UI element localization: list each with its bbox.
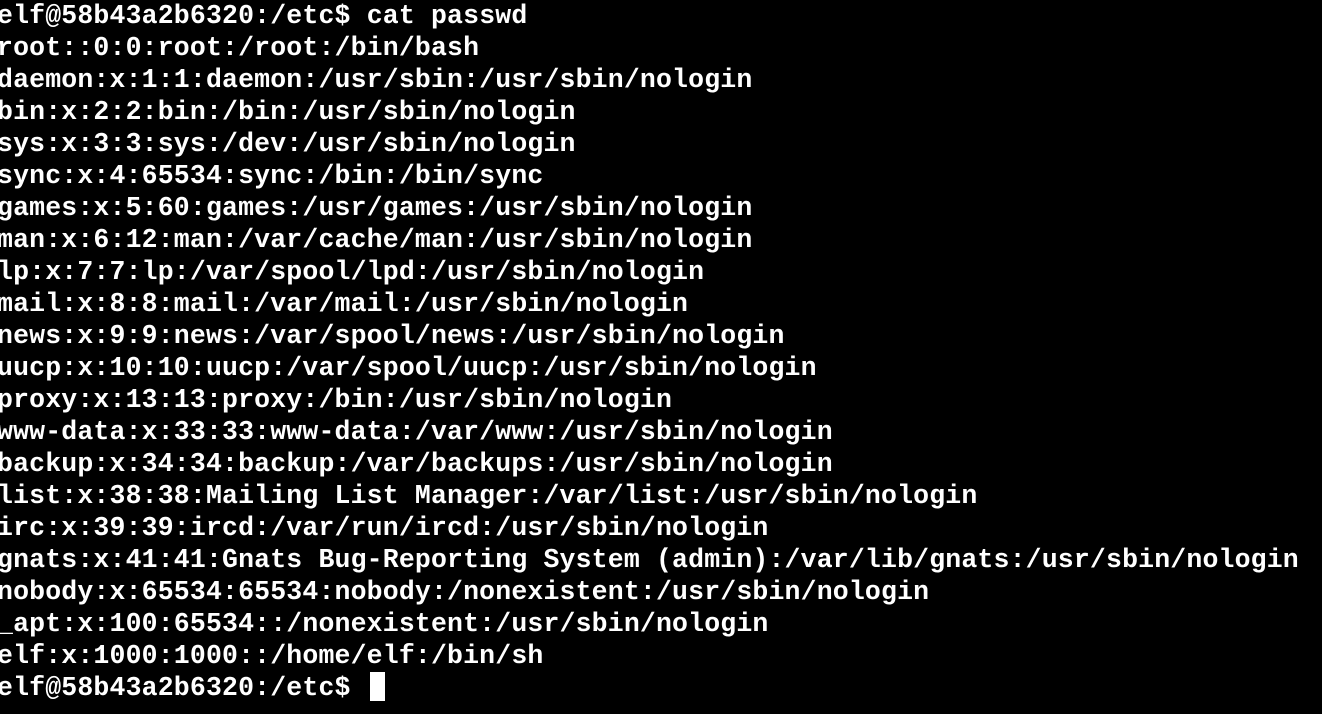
- output-line: daemon:x:1:1:daemon:/usr/sbin:/usr/sbin/…: [0, 65, 753, 95]
- output-line: uucp:x:10:10:uucp:/var/spool/uucp:/usr/s…: [0, 353, 817, 383]
- command-text: cat passwd: [366, 1, 528, 31]
- output-line: bin:x:2:2:bin:/bin:/usr/sbin/nologin: [0, 97, 576, 127]
- output-line: proxy:x:13:13:proxy:/bin:/usr/sbin/nolog…: [0, 385, 673, 415]
- output-line: sys:x:3:3:sys:/dev:/usr/sbin/nologin: [0, 129, 576, 159]
- output-line: lp:x:7:7:lp:/var/spool/lpd:/usr/sbin/nol…: [0, 257, 705, 287]
- terminal-window[interactable]: elf@58b43a2b6320:/etc$ cat passwd root::…: [0, 0, 1322, 714]
- output-line: root::0:0:root:/root:/bin/bash: [0, 33, 480, 63]
- output-line: nobody:x:65534:65534:nobody:/nonexistent…: [0, 577, 930, 607]
- output-line: mail:x:8:8:mail:/var/mail:/usr/sbin/nolo…: [0, 289, 689, 319]
- output-line: www-data:x:33:33:www-data:/var/www:/usr/…: [0, 417, 833, 447]
- output-line: sync:x:4:65534:sync:/bin:/bin/sync: [0, 161, 544, 191]
- output-line: news:x:9:9:news:/var/spool/news:/usr/sbi…: [0, 321, 785, 351]
- input-line[interactable]: elf@58b43a2b6320:/etc$: [0, 672, 385, 704]
- output-line: list:x:38:38:Mailing List Manager:/var/l…: [0, 481, 978, 511]
- shell-prompt: elf@58b43a2b6320:/etc$: [0, 673, 351, 703]
- shell-prompt: elf@58b43a2b6320:/etc$: [0, 1, 351, 31]
- output-line: gnats:x:41:41:Gnats Bug-Reporting System…: [0, 545, 1299, 575]
- text-cursor: [369, 672, 385, 701]
- output-line: backup:x:34:34:backup:/var/backups:/usr/…: [0, 449, 833, 479]
- output-line: _apt:x:100:65534::/nonexistent:/usr/sbin…: [0, 609, 769, 639]
- output-line: games:x:5:60:games:/usr/games:/usr/sbin/…: [0, 193, 753, 223]
- command-line: elf@58b43a2b6320:/etc$ cat passwd: [0, 0, 527, 32]
- output-line: irc:x:39:39:ircd:/var/run/ircd:/usr/sbin…: [0, 513, 769, 543]
- output-line: elf:x:1000:1000::/home/elf:/bin/sh: [0, 641, 544, 671]
- output-line: man:x:6:12:man:/var/cache/man:/usr/sbin/…: [0, 225, 753, 255]
